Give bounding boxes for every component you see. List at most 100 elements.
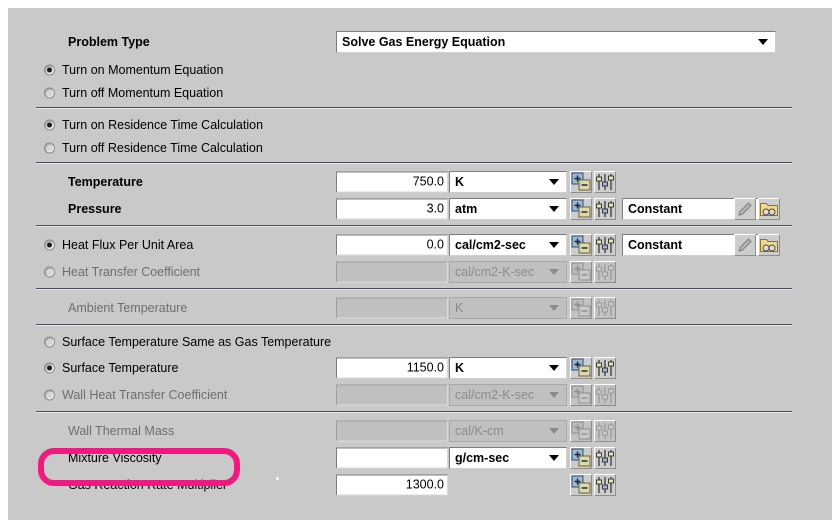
mixture-viscosity-unit-value: g/cm-sec: [455, 451, 509, 465]
temperature-row: Temperature 750.0 K: [36, 168, 796, 195]
problem-type-dropdown[interactable]: Solve Gas Energy Equation: [336, 31, 776, 53]
residence-on-label: Turn on Residence Time Calculation: [62, 118, 263, 132]
mixture-viscosity-input[interactable]: [336, 447, 448, 468]
sliders-icon: [595, 385, 615, 405]
heat-flux-edit-button[interactable]: [734, 234, 756, 256]
mixture-viscosity-row: Mixture Viscosity g/cm-sec: [36, 444, 796, 471]
plus-minus-icon: [571, 172, 591, 192]
radio-surface-temperature[interactable]: [44, 362, 55, 373]
wall-heat-transfer-coefficient-sliders-button: [594, 384, 616, 406]
heat-transfer-coefficient-row: Heat Transfer Coefficient cal/cm2-K-sec: [36, 258, 796, 285]
temperature-stepper-button[interactable]: [570, 171, 592, 193]
separator-2: [36, 162, 792, 164]
gas-reaction-rate-multiplier-input[interactable]: 1300.0: [336, 474, 448, 495]
wall-thermal-mass-unit-value: cal/K-cm: [455, 424, 504, 438]
surface-temperature-input[interactable]: 1150.0: [336, 357, 448, 378]
residence-on-row[interactable]: Turn on Residence Time Calculation: [36, 113, 796, 136]
plus-minus-icon: [571, 385, 591, 405]
pressure-stepper-button[interactable]: [570, 198, 592, 220]
wall-thermal-mass-input: [336, 420, 448, 441]
chevron-down-icon: [549, 269, 559, 275]
heat-transfer-coefficient-sliders-button: [594, 261, 616, 283]
ambient-temperature-input: [336, 297, 448, 318]
momentum-off-label: Turn off Momentum Equation: [62, 86, 223, 100]
momentum-on-row[interactable]: Turn on Momentum Equation: [36, 58, 796, 81]
chevron-down-icon: [549, 392, 559, 398]
surface-same-as-gas-row[interactable]: Surface Temperature Same as Gas Temperat…: [36, 330, 796, 354]
heat-flux-browse-button[interactable]: [758, 234, 780, 256]
heat-flux-input[interactable]: 0.0: [336, 234, 448, 255]
wall-heat-transfer-coefficient-label: Wall Heat Transfer Coefficient: [62, 388, 227, 402]
sliders-icon: [595, 199, 615, 219]
temperature-sliders-button[interactable]: [594, 171, 616, 193]
pressure-sliders-button[interactable]: [594, 198, 616, 220]
surface-temperature-label: Surface Temperature: [62, 361, 179, 375]
separator-3: [36, 225, 792, 227]
ambient-temperature-stepper-button: [570, 297, 592, 319]
chevron-down-icon: [549, 206, 559, 212]
properties-panel: Problem Type Solve Gas Energy Equation T…: [8, 8, 832, 520]
properties-content: Problem Type Solve Gas Energy Equation T…: [36, 26, 796, 498]
sliders-icon: [595, 235, 615, 255]
pressure-browse-button[interactable]: [758, 198, 780, 220]
radio-heat-transfer-coefficient[interactable]: [44, 266, 55, 277]
radio-surface-same-as-gas[interactable]: [44, 337, 55, 348]
heat-flux-sliders-button[interactable]: [594, 234, 616, 256]
radio-momentum-on[interactable]: [44, 64, 55, 75]
mixture-viscosity-sliders-button[interactable]: [594, 447, 616, 469]
surface-temperature-stepper-button[interactable]: [570, 357, 592, 379]
chevron-down-icon: [549, 455, 559, 461]
problem-type-value: Solve Gas Energy Equation: [342, 35, 505, 49]
pressure-input[interactable]: 3.0: [336, 198, 448, 219]
pressure-edit-button[interactable]: [734, 198, 756, 220]
heat-flux-profile-value: Constant: [628, 238, 682, 252]
gas-reaction-rate-multiplier-sliders-button[interactable]: [594, 474, 616, 496]
pressure-unit-dropdown[interactable]: atm: [449, 198, 567, 220]
separator-6: [36, 411, 792, 413]
folder-gear-icon: [759, 235, 779, 255]
wall-heat-transfer-coefficient-unit-value: cal/cm2-K-sec: [455, 388, 534, 402]
heat-transfer-coefficient-unit-dropdown: cal/cm2-K-sec: [449, 261, 567, 283]
separator-5: [36, 324, 792, 326]
radio-wall-heat-transfer-coefficient[interactable]: [44, 389, 55, 400]
residence-off-row[interactable]: Turn off Residence Time Calculation: [36, 136, 796, 159]
gas-reaction-rate-multiplier-row: Gas Reaction Rate Multiplier 1300.0: [36, 471, 796, 498]
plus-minus-icon: [571, 358, 591, 378]
radio-residence-on[interactable]: [44, 119, 55, 130]
surface-temperature-row: Surface Temperature 1150.0 K: [36, 354, 796, 381]
plus-minus-icon: [571, 298, 591, 318]
radio-residence-off[interactable]: [44, 142, 55, 153]
pressure-label: Pressure: [68, 202, 122, 216]
sliders-icon: [595, 262, 615, 282]
ambient-temperature-sliders-button: [594, 297, 616, 319]
ambient-temperature-row: Ambient Temperature K: [36, 294, 796, 321]
wall-heat-transfer-coefficient-stepper-button: [570, 384, 592, 406]
plus-minus-icon: [571, 421, 591, 441]
wall-thermal-mass-unit-dropdown: cal/K-cm: [449, 420, 567, 442]
pencil-icon: [735, 199, 755, 219]
plus-minus-icon: [571, 262, 591, 282]
heat-flux-stepper-button[interactable]: [570, 234, 592, 256]
heat-flux-unit-dropdown[interactable]: cal/cm2-sec: [449, 234, 567, 256]
radio-heat-flux[interactable]: [44, 239, 55, 250]
sliders-icon: [595, 421, 615, 441]
gas-reaction-rate-multiplier-stepper-button[interactable]: [570, 474, 592, 496]
pressure-unit-value: atm: [455, 202, 477, 216]
chevron-down-icon: [758, 39, 768, 45]
mixture-viscosity-unit-dropdown[interactable]: g/cm-sec: [449, 447, 567, 469]
chevron-down-icon: [549, 242, 559, 248]
surface-temperature-unit-dropdown[interactable]: K: [449, 357, 567, 379]
momentum-off-row[interactable]: Turn off Momentum Equation: [36, 81, 796, 104]
temperature-unit-dropdown[interactable]: K: [449, 171, 567, 193]
temperature-input[interactable]: 750.0: [336, 171, 448, 192]
surface-temperature-sliders-button[interactable]: [594, 357, 616, 379]
problem-type-label: Problem Type: [68, 35, 150, 49]
radio-momentum-off[interactable]: [44, 87, 55, 98]
mixture-viscosity-stepper-button[interactable]: [570, 447, 592, 469]
wall-thermal-mass-stepper-button: [570, 420, 592, 442]
heat-transfer-coefficient-unit-value: cal/cm2-K-sec: [455, 265, 534, 279]
pencil-icon: [735, 235, 755, 255]
sliders-icon: [595, 298, 615, 318]
reactor-properties-window: Problem Type Solve Gas Energy Equation T…: [0, 0, 832, 530]
surface-same-as-gas-label: Surface Temperature Same as Gas Temperat…: [62, 335, 331, 349]
